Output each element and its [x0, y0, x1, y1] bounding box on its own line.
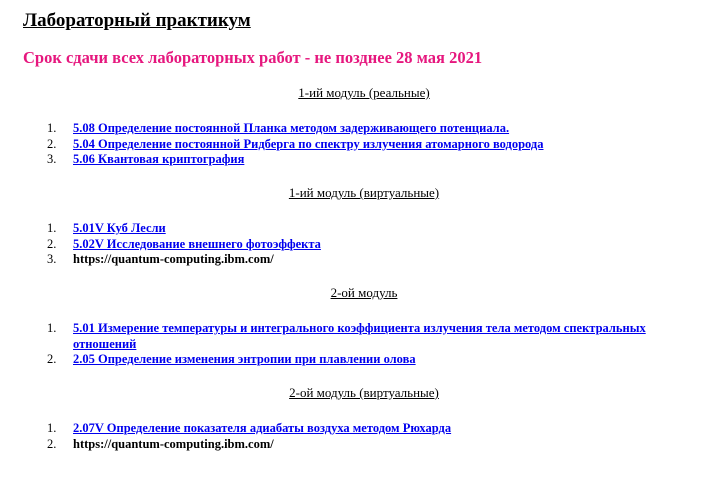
- lab-link-5-08[interactable]: 5.08 Определение постоянной Планка метод…: [73, 121, 509, 135]
- page-title: Лабораторный практикум: [23, 10, 251, 31]
- module2-list: 1. 5.01 Измерение температуры и интеграл…: [0, 321, 707, 368]
- list-item-number: 2.: [47, 136, 57, 151]
- section-heading-module1-real: 1-ий модуль (реальные): [0, 85, 707, 101]
- module1-real-list: 1. 5.08 Определение постоянной Планка ме…: [0, 121, 707, 168]
- section-heading-module1-virtual: 1-ий модуль (виртуальные): [0, 185, 707, 201]
- list-item: 1. 5.01 Измерение температуры и интеграл…: [0, 321, 707, 352]
- ibm-quantum-url: https://quantum-computing.ibm.com/: [73, 436, 274, 451]
- list-item: 2. 2.05 Определение изменения энтропии п…: [0, 352, 707, 368]
- list-item-number: 2.: [47, 352, 57, 366]
- list-item: 2. https://quantum-computing.ibm.com/: [0, 437, 707, 453]
- lab-link-5-02v[interactable]: 5.02V Исследование внешнего фотоэффекта: [73, 237, 321, 251]
- lab-link-2-07v[interactable]: 2.07V Определение показателя адиабаты во…: [73, 421, 451, 435]
- lab-link-5-01v[interactable]: 5.01V Куб Лесли: [73, 221, 166, 235]
- list-item: 1. 2.07V Определение показателя адиабаты…: [0, 421, 707, 437]
- ibm-quantum-url: https://quantum-computing.ibm.com/: [73, 252, 274, 266]
- section-heading-label: 2-ой модуль (виртуальные): [289, 385, 439, 400]
- deadline-notice: Срок сдачи всех лабораторных работ - не …: [23, 48, 483, 67]
- list-item: 2. 5.04 Определение постоянной Ридберга …: [0, 137, 707, 153]
- lab-link-2-05[interactable]: 2.05 Определение изменения энтропии при …: [73, 352, 416, 366]
- list-item: 3. https://quantum-computing.ibm.com/: [0, 252, 707, 268]
- list-item-number: 3.: [47, 152, 57, 166]
- lab-link-5-01[interactable]: 5.01 Измерение температуры и интегрально…: [73, 321, 646, 351]
- list-item-number: 2.: [47, 436, 57, 451]
- list-item: 3. 5.06 Квантовая криптография: [0, 152, 707, 168]
- list-item: 1. 5.08 Определение постоянной Планка ме…: [0, 121, 707, 137]
- section-heading-label: 1-ий модуль (виртуальные): [288, 185, 440, 200]
- list-item-number: 2.: [47, 236, 57, 251]
- lab-link-5-06[interactable]: 5.06 Квантовая криптография: [73, 152, 244, 166]
- list-item: 1. 5.01V Куб Лесли: [0, 221, 707, 237]
- module1-virtual-list: 1. 5.01V Куб Лесли 2. 5.02V Исследование…: [0, 221, 707, 268]
- section-heading-module2-virtual: 2-ой модуль (виртуальные): [0, 385, 707, 401]
- list-item-number: 1.: [47, 121, 57, 135]
- list-item-number: 1.: [47, 221, 57, 235]
- list-item-number: 1.: [47, 321, 57, 335]
- section-heading-label: 1-ий модуль (реальные): [298, 85, 430, 100]
- lab-link-5-04[interactable]: 5.04 Определение постоянной Ридберга по …: [73, 137, 544, 151]
- section-heading-label: 2-ой модуль: [330, 285, 398, 300]
- page: Лабораторный практикум Срок сдачи всех л…: [0, 0, 707, 477]
- list-item: 2. 5.02V Исследование внешнего фотоэффек…: [0, 237, 707, 253]
- list-item-number: 1.: [47, 421, 57, 435]
- module2-virtual-list: 1. 2.07V Определение показателя адиабаты…: [0, 421, 707, 452]
- list-item-number: 3.: [47, 252, 57, 266]
- section-heading-module2: 2-ой модуль: [0, 285, 707, 301]
